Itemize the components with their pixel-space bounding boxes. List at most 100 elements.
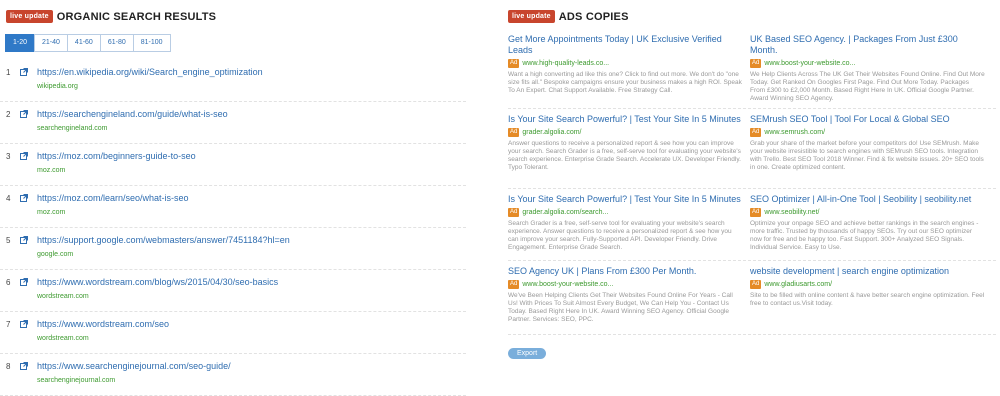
external-link-icon[interactable] — [20, 236, 28, 244]
external-link-icon[interactable] — [20, 152, 28, 160]
divider — [508, 188, 996, 189]
result-url[interactable]: https://searchengineland.com/guide/what-… — [37, 109, 228, 119]
organic-results-list: 1 https://en.wikipedia.org/wiki/Search_en… — [0, 60, 466, 396]
ad-url-line: Ad www.boost-your-website.co... — [508, 280, 743, 289]
ad-tag: Ad — [750, 280, 762, 289]
live-update-badge: live update — [6, 10, 53, 23]
table-row: 2 https://searchengineland.com/guide/what… — [0, 102, 466, 144]
external-link-icon[interactable] — [20, 320, 28, 328]
result-rank: 6 — [6, 278, 11, 287]
result-url[interactable]: https://www.wordstream.com/blog/ws/2015/… — [37, 277, 278, 287]
ad-tag: Ad — [750, 208, 762, 217]
ad-url-line: Ad www.seobility.net/ — [750, 208, 985, 217]
ad-url-line: Ad www.gladiusarts.com/ — [750, 280, 985, 289]
result-rank: 2 — [6, 110, 11, 119]
result-domain: moz.com — [37, 209, 66, 216]
table-row: 7 https://www.wordstream.com/seo wordstrea… — [0, 312, 466, 354]
ad-title[interactable]: website development | search engine opti… — [750, 266, 985, 277]
ad-description: Search Grader is a free, self-serve tool… — [508, 220, 732, 251]
ad-title[interactable]: SEO Optimizer | All-in-One Tool | Seobil… — [750, 194, 985, 205]
ad-tag: Ad — [750, 59, 762, 68]
organic-title: ORGANIC SEARCH RESULTS — [56, 10, 217, 23]
ad-description: Answer questions to receive a personaliz… — [508, 140, 741, 171]
ad-tag: Ad — [508, 208, 520, 217]
external-link-icon[interactable] — [20, 194, 28, 202]
external-link-icon[interactable] — [20, 278, 28, 286]
ads-header: live update ADS COPIES — [508, 10, 629, 23]
ad-url[interactable]: www.high-quality-leads.co... — [522, 60, 609, 67]
ad-url[interactable]: www.boost-your-website.co... — [764, 60, 855, 67]
ad-title[interactable]: SEO Agency UK | Plans From £300 Per Mont… — [508, 266, 743, 277]
ad-card: SEO Optimizer | All-in-One Tool | Seobil… — [750, 194, 985, 252]
page-tab-61-80[interactable]: 61-80 — [99, 34, 134, 52]
ad-tag: Ad — [508, 59, 520, 68]
divider — [508, 334, 996, 335]
ad-description: Optimize your onpage SEO and achieve bet… — [750, 220, 979, 251]
ad-url[interactable]: www.seobility.net/ — [764, 209, 819, 216]
export-button[interactable]: Export — [508, 348, 547, 359]
result-domain: google.com — [37, 251, 74, 258]
ad-url-line: Ad grader.algolia.com/search... — [508, 208, 743, 217]
result-rank: 5 — [6, 236, 11, 245]
table-row: 6 https://www.wordstream.com/blog/ws/2015… — [0, 270, 466, 312]
live-update-badge: live update — [508, 10, 555, 23]
ad-url-line: Ad www.boost-your-website.co... — [750, 59, 985, 68]
organic-header: live update ORGANIC SEARCH RESULTS — [6, 10, 216, 23]
result-url[interactable]: https://moz.com/learn/seo/what-is-seo — [37, 193, 189, 203]
ad-tag: Ad — [750, 128, 762, 137]
external-link-icon[interactable] — [20, 68, 28, 76]
ad-description: We've Been Helping Clients Get Their Web… — [508, 292, 733, 323]
ad-description: Want a high converting ad like this one?… — [508, 71, 742, 94]
ad-title[interactable]: UK Based SEO Agency. | Packages From Jus… — [750, 34, 985, 56]
page-tab-21-40[interactable]: 21-40 — [34, 34, 68, 52]
ad-url-line: Ad grader.algolia.com/ — [508, 128, 743, 137]
result-url[interactable]: https://en.wikipedia.org/wiki/Search_eng… — [37, 67, 263, 77]
ad-url[interactable]: www.gladiusarts.com/ — [764, 281, 832, 288]
ad-url-line: Ad www.semrush.com/ — [750, 128, 985, 137]
result-url[interactable]: https://support.google.com/webmasters/an… — [37, 235, 290, 245]
table-row: 8 https://www.searchenginejournal.com/seo… — [0, 354, 466, 396]
result-domain: moz.com — [37, 167, 66, 174]
ad-url-line: Ad www.high-quality-leads.co... — [508, 59, 743, 68]
result-domain: wordstream.com — [37, 335, 89, 342]
external-link-icon[interactable] — [20, 362, 28, 370]
result-url[interactable]: https://www.searchenginejournal.com/seo-… — [37, 361, 231, 371]
ad-card: Get More Appointments Today | UK Exclusi… — [508, 34, 743, 95]
divider — [508, 108, 996, 109]
ad-title[interactable]: Is Your Site Search Powerful? | Test You… — [508, 194, 743, 205]
ad-card: SEO Agency UK | Plans From £300 Per Mont… — [508, 266, 743, 324]
ad-url[interactable]: www.boost-your-website.co... — [522, 281, 613, 288]
page-tab-41-60[interactable]: 41-60 — [66, 34, 101, 52]
result-domain: wordstream.com — [37, 293, 89, 300]
result-url[interactable]: https://www.wordstream.com/seo — [37, 319, 169, 329]
ad-url[interactable]: grader.algolia.com/search... — [522, 209, 608, 216]
ad-description: We Help Clients Across The UK Get Their … — [750, 71, 985, 102]
ad-description: Site to be filled with online content & … — [750, 292, 985, 307]
result-rank: 7 — [6, 320, 11, 329]
pagination: 1-20 21-40 41-60 61-80 81-100 — [5, 34, 171, 52]
table-row: 5 https://support.google.com/webmasters/a… — [0, 228, 466, 270]
result-domain: wikipedia.org — [37, 83, 78, 90]
table-row: 1 https://en.wikipedia.org/wiki/Search_en… — [0, 60, 466, 102]
table-row: 4 https://moz.com/learn/seo/what-is-seo mo… — [0, 186, 466, 228]
ad-title[interactable]: Is Your Site Search Powerful? | Test You… — [508, 114, 743, 125]
ad-card: website development | search engine opti… — [750, 266, 985, 308]
ad-tag: Ad — [508, 128, 520, 137]
ad-description: Grab your share of the market before you… — [750, 140, 984, 171]
ad-card: UK Based SEO Agency. | Packages From Jus… — [750, 34, 985, 103]
ad-url[interactable]: www.semrush.com/ — [764, 129, 825, 136]
result-rank: 4 — [6, 194, 11, 203]
ad-card: Is Your Site Search Powerful? | Test You… — [508, 194, 743, 252]
ad-title[interactable]: SEMrush SEO Tool | Tool For Local & Glob… — [750, 114, 985, 125]
ad-url[interactable]: grader.algolia.com/ — [522, 129, 581, 136]
result-rank: 8 — [6, 362, 11, 371]
result-domain: searchengineland.com — [37, 125, 108, 132]
result-url[interactable]: https://moz.com/beginners-guide-to-seo — [37, 151, 196, 161]
external-link-icon[interactable] — [20, 110, 28, 118]
page-tab-81-100[interactable]: 81-100 — [132, 34, 171, 52]
result-rank: 3 — [6, 152, 11, 161]
ad-card: Is Your Site Search Powerful? | Test You… — [508, 114, 743, 172]
ad-title[interactable]: Get More Appointments Today | UK Exclusi… — [508, 34, 743, 56]
page-tab-1-20[interactable]: 1-20 — [5, 34, 36, 52]
result-rank: 1 — [6, 68, 11, 77]
